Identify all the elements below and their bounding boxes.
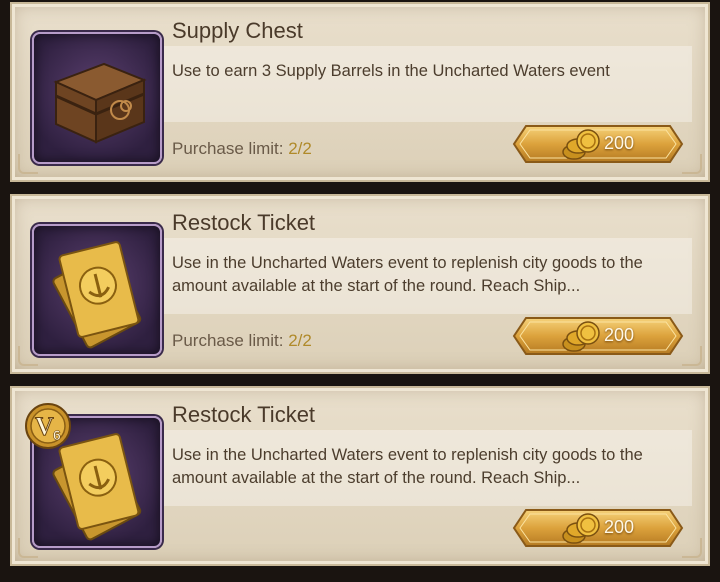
price-label: 200 — [604, 517, 635, 537]
corner-ornament — [682, 346, 702, 366]
price-label: 200 — [604, 325, 635, 345]
price-label: 200 — [604, 133, 635, 153]
chest-icon — [53, 62, 147, 144]
vip-badge-icon: V 6 — [22, 400, 74, 452]
vip-level: 6 — [53, 427, 61, 443]
buy-button[interactable]: 200 — [512, 506, 684, 550]
shop-item-card[interactable]: Restock Ticket Use in the Uncharted Wate… — [10, 194, 710, 374]
corner-ornament — [682, 538, 702, 558]
item-title: Restock Ticket — [172, 210, 316, 235]
svg-text:V: V — [35, 412, 54, 441]
item-title: Restock Ticket — [172, 402, 316, 427]
purchase-limit-value: 2/2 — [288, 139, 312, 158]
purchase-limit-label: Purchase limit: — [172, 139, 284, 158]
item-description: Use to earn 3 Supply Barrels in the Unch… — [172, 62, 610, 80]
item-title: Supply Chest — [172, 18, 303, 43]
buy-button[interactable]: 200 — [512, 122, 684, 166]
item-description: Use in the Uncharted Waters event to rep… — [172, 254, 643, 295]
purchase-limit: Purchase limit: 2/2 — [172, 139, 312, 159]
purchase-limit-label: Purchase limit: — [172, 331, 284, 350]
purchase-limit-value: 2/2 — [288, 331, 312, 350]
purchase-limit: Purchase limit: 2/2 — [172, 331, 312, 351]
item-icon-frame — [32, 224, 162, 356]
shop-item-card[interactable]: Supply Chest Use to earn 3 Supply Barrel… — [10, 2, 710, 182]
item-description: Use in the Uncharted Waters event to rep… — [172, 446, 643, 487]
buy-button[interactable]: 200 — [512, 314, 684, 358]
ticket-icon — [52, 241, 142, 349]
gold-coin-icon — [562, 129, 600, 160]
description-band — [162, 46, 692, 122]
gold-coin-icon — [562, 321, 600, 352]
shop-item-card[interactable]: V 6 Restock Ticket Use in the Uncharted … — [10, 386, 710, 566]
corner-ornament — [682, 154, 702, 174]
gold-coin-icon — [562, 513, 600, 544]
item-icon-frame — [32, 32, 162, 164]
